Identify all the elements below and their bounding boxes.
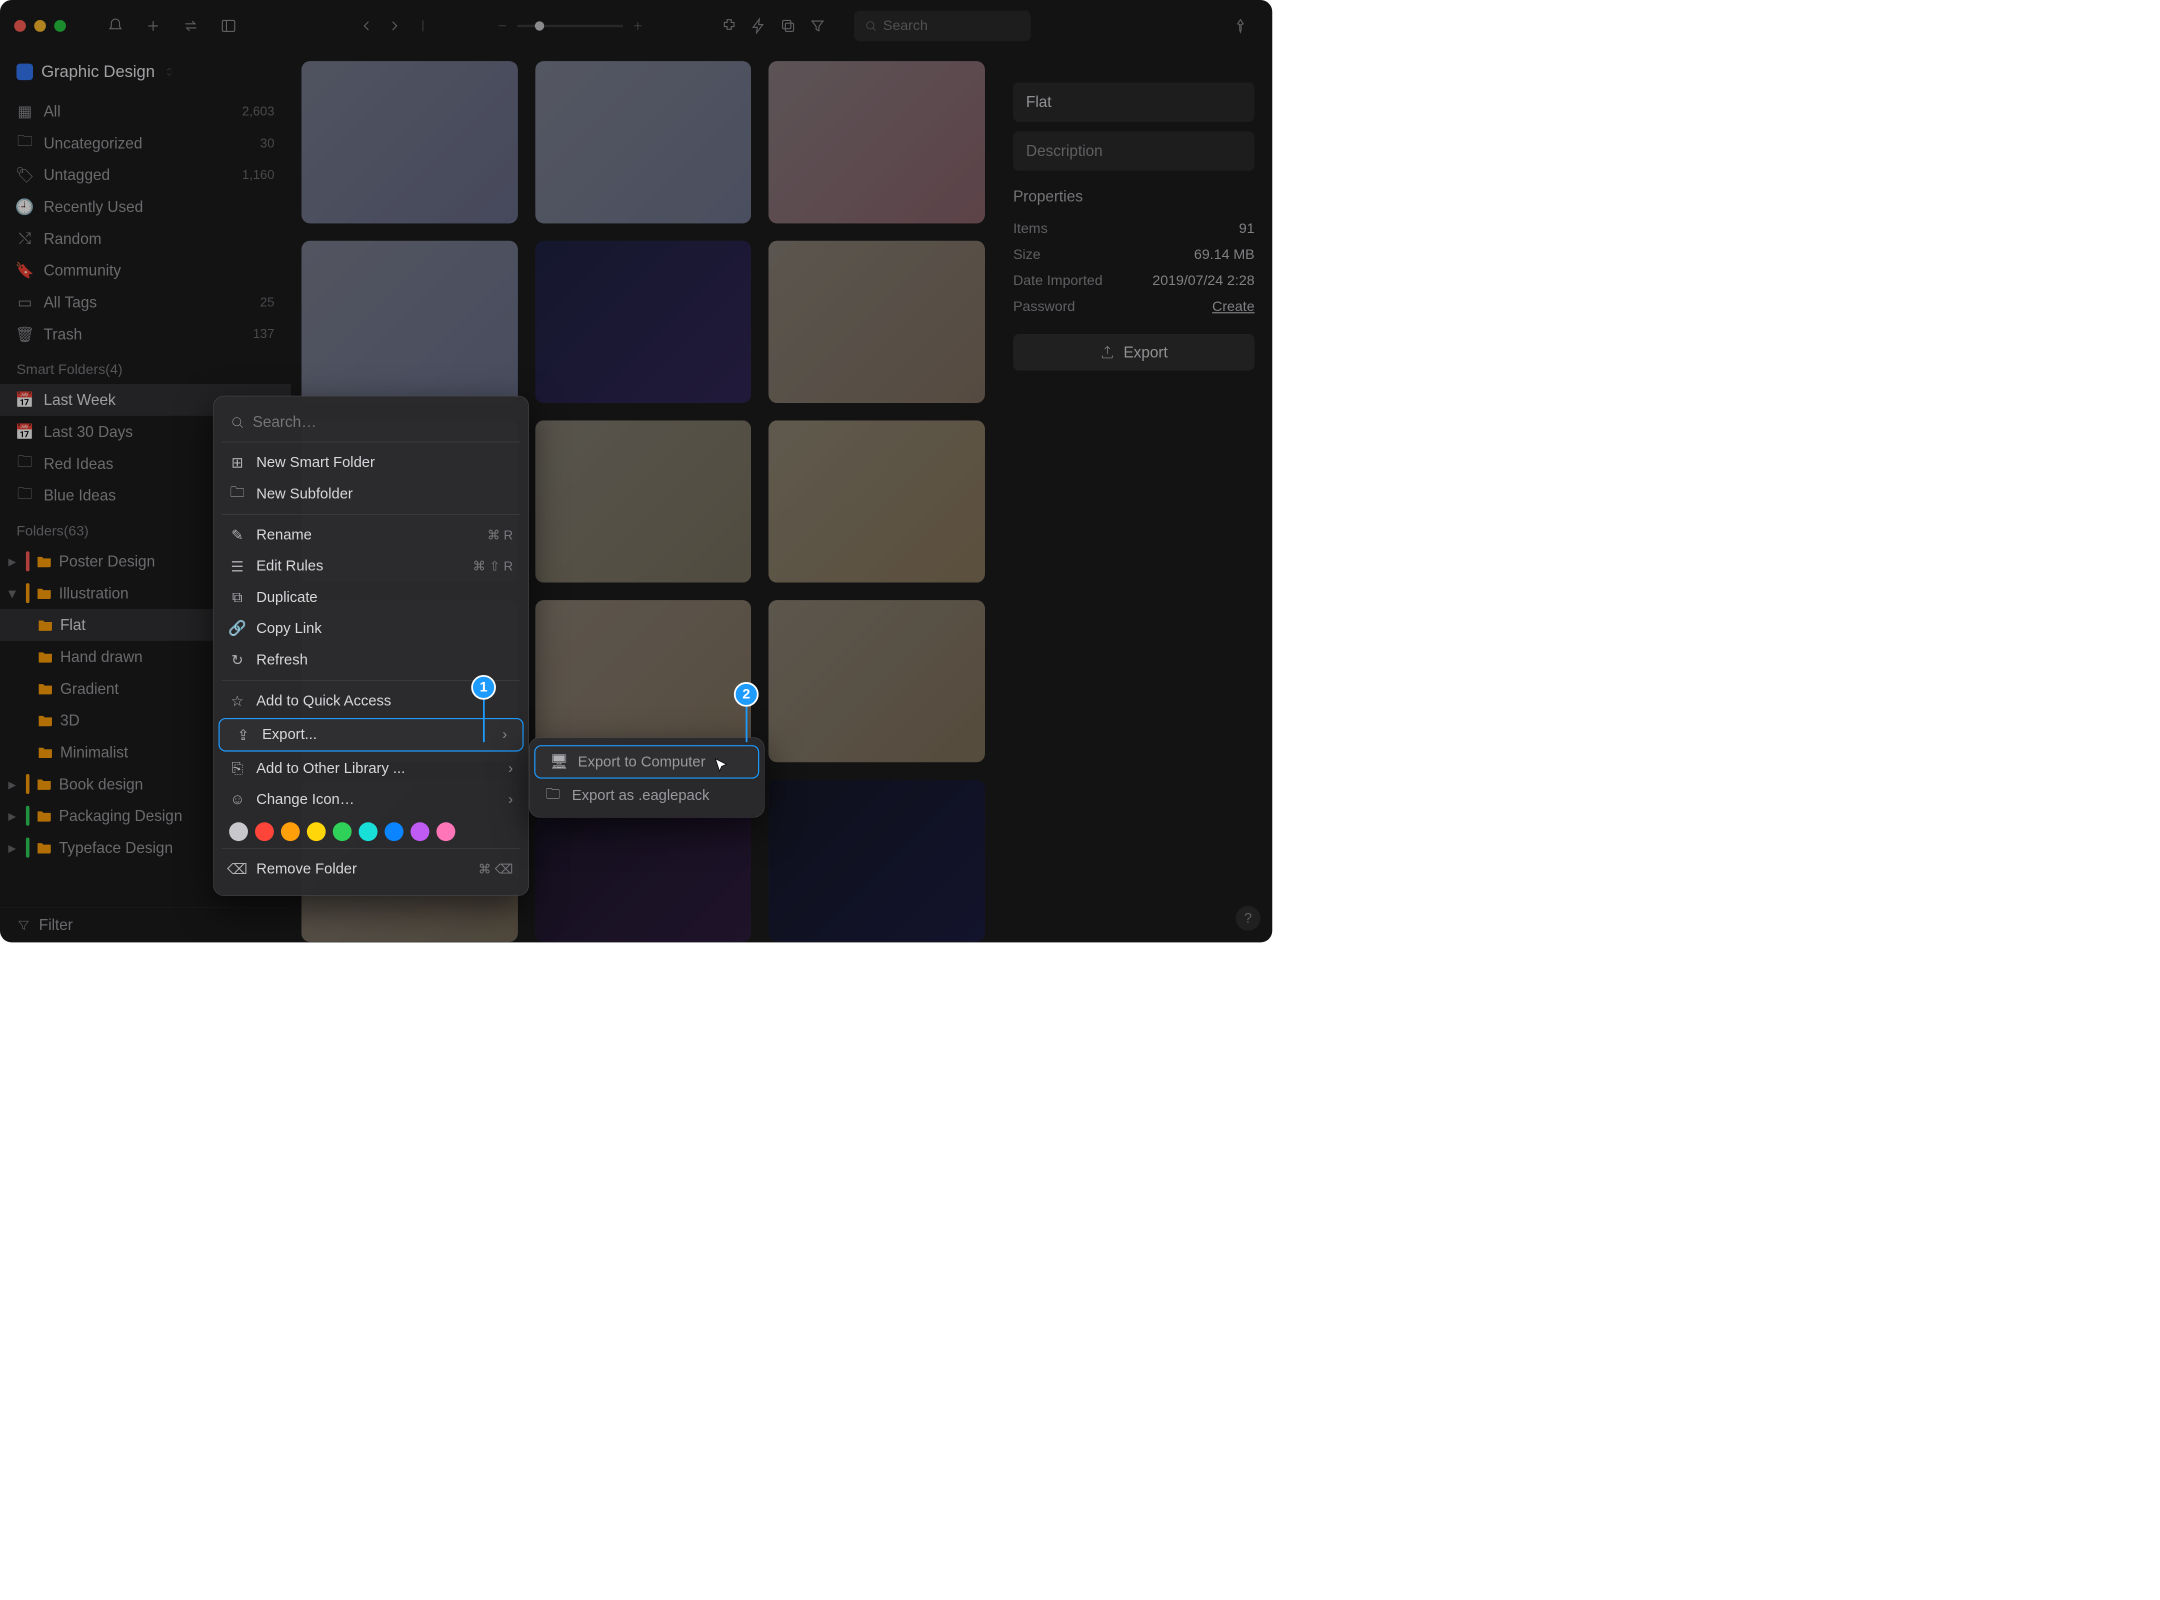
zoom-slider[interactable]: [496, 19, 644, 32]
prop-items: Items91: [1013, 216, 1254, 242]
inspector-export-button[interactable]: Export: [1013, 334, 1254, 371]
export-icon: [1100, 345, 1115, 360]
sidebar-filter[interactable]: Filter: [0, 907, 291, 942]
help-button[interactable]: ?: [1236, 906, 1261, 931]
sidebar-item-recent[interactable]: 🕘Recently Used: [0, 191, 291, 223]
callout-badge-1: 1: [471, 675, 496, 700]
thumbnail[interactable]: [535, 61, 751, 223]
plus-icon[interactable]: [141, 14, 165, 38]
ctx-change-icon[interactable]: ☺Change Icon…›: [214, 784, 529, 815]
thumbnail[interactable]: [769, 600, 985, 762]
ctx-rename[interactable]: ✎Rename⌘ R: [214, 519, 529, 550]
search-input[interactable]: [883, 18, 1020, 34]
color-swatch[interactable]: [436, 822, 455, 841]
maximize-window[interactable]: [54, 20, 66, 32]
callout-badge-2: 2: [734, 682, 759, 707]
sidebar-item-trash[interactable]: 🗑Trash137: [0, 318, 291, 350]
thumbnail[interactable]: [535, 421, 751, 583]
search-icon: [865, 19, 877, 33]
color-swatch[interactable]: [359, 822, 378, 841]
sidebar-item-random[interactable]: ⤭Random: [0, 223, 291, 255]
ctx-search[interactable]: [223, 407, 519, 437]
window-controls: [14, 20, 66, 32]
nav-sep: [411, 14, 435, 38]
ctx-remove-folder[interactable]: ⌫Remove Folder⌘ ⌫: [214, 853, 529, 884]
color-swatch[interactable]: [333, 822, 352, 841]
library-icon: [16, 64, 32, 80]
pin-icon[interactable]: [1229, 14, 1253, 38]
thumbnail[interactable]: [769, 61, 985, 223]
smart-folders-header: Smart Folders(4): [0, 350, 291, 384]
thumbnail[interactable]: [769, 421, 985, 583]
inspector-description[interactable]: Description: [1013, 131, 1254, 170]
properties-header: Properties: [1013, 187, 1254, 205]
library-name: Graphic Design: [41, 62, 155, 81]
thumbnail[interactable]: [769, 780, 985, 942]
search-icon: [230, 415, 244, 429]
nav-forward-icon[interactable]: [383, 14, 407, 38]
duplicate-icon[interactable]: [776, 14, 800, 38]
sub-export-eaglepack[interactable]: 🗀Export as .eaglepack: [530, 780, 764, 811]
inspector: Flat Description Properties Items91 Size…: [995, 59, 1272, 942]
funnel-icon: [16, 918, 30, 932]
ctx-export[interactable]: ⇪Export...›: [219, 718, 524, 752]
titlebar: [0, 0, 1272, 52]
ctx-new-subfolder[interactable]: 🗀New Subfolder: [214, 478, 529, 509]
ctx-color-row: [214, 815, 529, 843]
color-swatch[interactable]: [281, 822, 300, 841]
color-swatch[interactable]: [411, 822, 430, 841]
sidebar-item-alltags[interactable]: ▭All Tags25: [0, 286, 291, 318]
color-swatch[interactable]: [255, 822, 274, 841]
ctx-search-input[interactable]: [253, 413, 512, 431]
minimize-window[interactable]: [34, 20, 46, 32]
thumbnail[interactable]: [769, 241, 985, 403]
export-submenu: 🖥Export to Computer 🗀Export as .eaglepac…: [529, 737, 765, 817]
search-field[interactable]: [854, 11, 1031, 42]
filter-icon[interactable]: [806, 14, 830, 38]
inspector-title[interactable]: Flat: [1013, 82, 1254, 121]
export-label: Export: [1123, 343, 1167, 361]
bolt-icon[interactable]: [747, 14, 771, 38]
ctx-copylink[interactable]: 🔗Copy Link: [214, 613, 529, 644]
prop-password: PasswordCreate: [1013, 294, 1254, 320]
context-menu: ⊞New Smart Folder 🗀New Subfolder ✎Rename…: [213, 396, 529, 896]
sidebar-toggle-icon[interactable]: [217, 14, 241, 38]
ctx-edit-rules[interactable]: ☰Edit Rules⌘ ⇧ R: [214, 551, 529, 582]
sidebar-item-uncategorized[interactable]: 🗀Uncategorized30: [0, 127, 291, 159]
sidebar-item-untagged[interactable]: 🏷Untagged1,160: [0, 159, 291, 191]
ctx-refresh[interactable]: ↻Refresh: [214, 644, 529, 675]
bell-icon[interactable]: [104, 14, 128, 38]
cursor-icon: [713, 757, 729, 776]
thumbnail[interactable]: [302, 241, 518, 403]
thumbnail[interactable]: [535, 241, 751, 403]
sidebar-item-all[interactable]: ▦All2,603: [0, 95, 291, 127]
color-swatch[interactable]: [229, 822, 248, 841]
ctx-duplicate[interactable]: ⧉Duplicate: [214, 582, 529, 613]
extension-icon[interactable]: [717, 14, 741, 38]
close-window[interactable]: [14, 20, 26, 32]
prop-date: Date Imported2019/07/24 2:28: [1013, 268, 1254, 294]
color-swatch[interactable]: [385, 822, 404, 841]
ctx-new-smart-folder[interactable]: ⊞New Smart Folder: [214, 447, 529, 478]
thumbnail[interactable]: [302, 61, 518, 223]
ctx-add-library[interactable]: ⎘Add to Other Library ...›: [214, 753, 529, 784]
library-selector[interactable]: Graphic Design: [0, 52, 291, 96]
filter-label: Filter: [39, 916, 73, 934]
color-swatch[interactable]: [307, 822, 326, 841]
prop-size: Size69.14 MB: [1013, 242, 1254, 268]
nav-back-icon[interactable]: [355, 14, 379, 38]
transfer-icon[interactable]: [179, 14, 203, 38]
sidebar-item-community[interactable]: 🔖Community: [0, 254, 291, 286]
chevron-updown-icon: [163, 66, 175, 78]
